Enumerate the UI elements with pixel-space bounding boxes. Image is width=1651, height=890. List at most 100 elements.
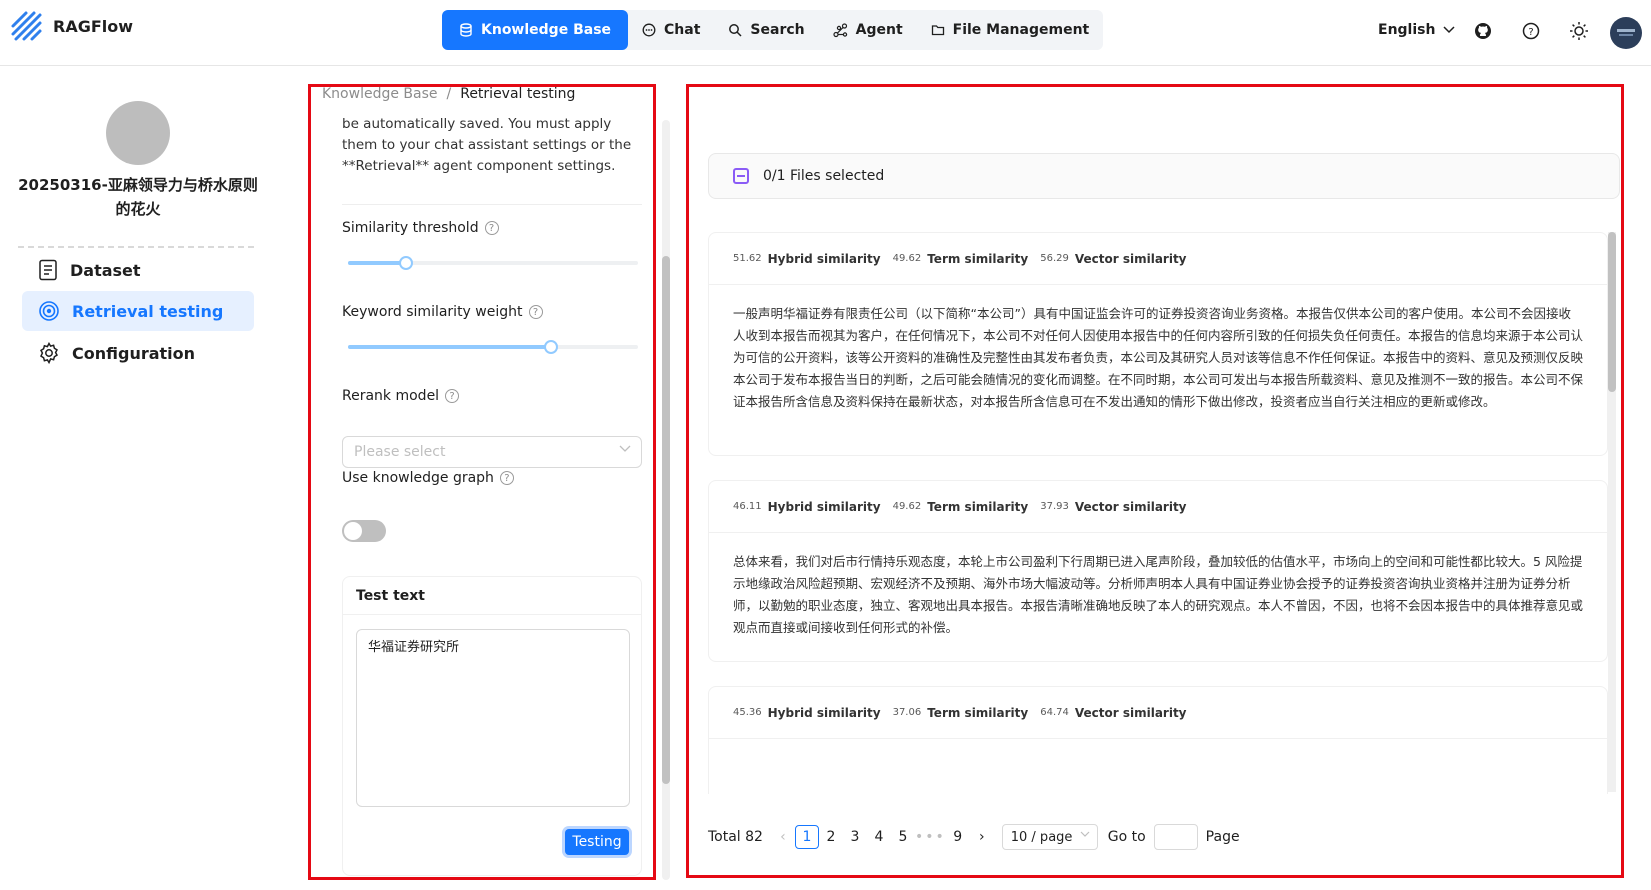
page-ellipsis[interactable]: •••: [915, 825, 946, 849]
result-list: 51.62 Hybrid similarity 49.62 Term simil…: [708, 232, 1608, 794]
breadcrumb-root[interactable]: Knowledge Base: [322, 86, 438, 102]
nav-chat[interactable]: Chat: [628, 10, 714, 50]
vector-score: 64.74: [1040, 707, 1069, 718]
breadcrumb-separator: /: [446, 86, 452, 102]
app-name: RAGFlow: [53, 17, 134, 36]
vector-score: 37.93: [1040, 501, 1069, 512]
top-header: RAGFlow Knowledge Base Chat Search Agent: [0, 0, 1651, 66]
knowledge-graph-toggle[interactable]: [342, 520, 386, 542]
rerank-model-label: Rerank model ?: [342, 388, 460, 404]
kb-sidebar: 20250316-亚麻领导力与桥水原则的花火 Dataset Retrieval…: [0, 67, 280, 890]
sidebar-item-configuration[interactable]: Configuration: [22, 333, 254, 373]
result-scores: 46.11 Hybrid similarity 49.62 Term simil…: [709, 481, 1607, 533]
goto-page-input[interactable]: [1153, 824, 1198, 850]
search-icon: [728, 23, 742, 37]
test-text-input[interactable]: 华福证券研究所: [356, 629, 630, 807]
retrieval-settings-panel: Knowledge Base / Retrieval testing be au…: [310, 86, 654, 878]
settings-description: be automatically saved. You must apply t…: [342, 116, 632, 174]
nav-knowledge-base[interactable]: Knowledge Base: [442, 10, 629, 50]
sidebar-item-label: Configuration: [72, 343, 196, 363]
term-score: 49.62: [892, 501, 922, 512]
hybrid-label: Hybrid similarity: [767, 499, 881, 514]
page-size-value: 10 / page: [1010, 829, 1073, 845]
result-card[interactable]: 51.62 Hybrid similarity 49.62 Term simil…: [708, 232, 1608, 456]
nav-label: Chat: [664, 22, 701, 38]
hybrid-score: 51.62: [733, 253, 762, 264]
next-page-icon[interactable]: ›: [970, 825, 994, 849]
files-selection-bar[interactable]: 0/1 Files selected: [708, 153, 1620, 199]
term-score: 37.06: [892, 707, 922, 718]
settings-scrollbar-thumb[interactable]: [662, 256, 670, 784]
language-selector[interactable]: English: [1378, 22, 1455, 38]
keyword-weight-label: Keyword similarity weight ?: [342, 304, 543, 320]
page-size-select[interactable]: 10 / page: [1001, 824, 1098, 850]
folder-icon: [931, 23, 945, 37]
sidebar-item-label: Dataset: [70, 260, 141, 280]
page-2[interactable]: 2: [819, 825, 843, 849]
document-icon: [38, 259, 58, 281]
pagination: Total 82 ‹ 1 2 3 4 5 ••• 9 › 10 / page G…: [708, 824, 1240, 850]
nav-search[interactable]: Search: [714, 10, 818, 50]
page-5[interactable]: 5: [891, 825, 915, 849]
nav-file-management[interactable]: File Management: [917, 10, 1104, 50]
page-last[interactable]: 9: [946, 825, 970, 849]
breadcrumb: Knowledge Base / Retrieval testing: [322, 86, 575, 102]
kb-avatar: [106, 101, 170, 165]
retrieval-results-panel: 0/1 Files selected 51.62 Hybrid similari…: [690, 86, 1620, 876]
page-4[interactable]: 4: [867, 825, 891, 849]
vector-label: Vector similarity: [1074, 251, 1187, 266]
results-scrollbar-thumb[interactable]: [1608, 232, 1616, 392]
slider-fill: [348, 261, 406, 265]
prev-page-icon[interactable]: ‹: [771, 825, 795, 849]
term-score: 49.62: [892, 253, 922, 264]
sidebar-item-label: Retrieval testing: [72, 301, 224, 321]
nav-agent[interactable]: Agent: [819, 10, 917, 50]
nav-label: Search: [750, 22, 805, 38]
nav-label: Agent: [855, 22, 903, 38]
similarity-threshold-slider[interactable]: [348, 256, 638, 270]
chevron-down-icon: [1443, 26, 1455, 34]
field-label-text: Use knowledge graph: [342, 470, 494, 486]
field-label-text: Similarity threshold: [342, 220, 479, 236]
hybrid-score: 46.11: [733, 501, 762, 512]
keyword-weight-slider[interactable]: [348, 340, 638, 354]
question-icon[interactable]: ?: [445, 389, 460, 403]
result-text: [709, 739, 1607, 757]
nav-label: Knowledge Base: [481, 22, 612, 38]
test-text-card: Test text 华福证券研究所 Testing: [342, 576, 642, 876]
help-icon[interactable]: ?: [1520, 20, 1542, 42]
question-icon[interactable]: ?: [499, 471, 514, 485]
rerank-model-select[interactable]: Please select: [342, 436, 642, 468]
select-placeholder: Please select: [354, 444, 446, 460]
hybrid-label: Hybrid similarity: [767, 251, 881, 266]
page-3[interactable]: 3: [843, 825, 867, 849]
slider-handle[interactable]: [399, 256, 413, 270]
result-text: 总体来看，我们对后市行情持乐观态度，本轮上市公司盈利下行周期已进入尾声阶段，叠加…: [733, 554, 1584, 635]
question-icon[interactable]: ?: [528, 305, 543, 319]
user-avatar[interactable]: [1610, 17, 1642, 49]
pagination-total: Total 82: [708, 829, 763, 845]
github-icon[interactable]: [1472, 20, 1494, 42]
ragflow-logo-icon: [11, 11, 42, 41]
testing-button[interactable]: Testing: [565, 829, 629, 855]
result-card[interactable]: 46.11 Hybrid similarity 49.62 Term simil…: [708, 480, 1608, 662]
page-1[interactable]: 1: [794, 825, 819, 849]
chevron-down-icon: [1080, 831, 1090, 838]
slider-handle[interactable]: [544, 340, 558, 354]
knowledge-graph-label: Use knowledge graph ?: [342, 470, 514, 486]
question-icon[interactable]: ?: [484, 221, 499, 235]
result-card[interactable]: 45.36 Hybrid similarity 37.06 Term simil…: [708, 686, 1608, 794]
slider-fill: [348, 345, 551, 349]
main-nav: Knowledge Base Chat Search Agent File Ma…: [442, 10, 1104, 50]
sidebar-item-retrieval-testing[interactable]: Retrieval testing: [22, 291, 254, 331]
kb-name: 20250316-亚麻领导力与桥水原则的花火: [18, 176, 258, 218]
sidebar-item-dataset[interactable]: Dataset: [22, 250, 254, 290]
select-all-checkbox[interactable]: [733, 168, 749, 184]
goto-label: Go to: [1107, 829, 1146, 845]
svg-text:?: ?: [1528, 27, 1533, 38]
hybrid-score: 45.36: [733, 707, 762, 718]
app-logo[interactable]: RAGFlow: [10, 10, 133, 43]
field-label-text: Keyword similarity weight: [342, 304, 523, 320]
agent-icon: [833, 22, 848, 38]
theme-sun-icon[interactable]: [1568, 20, 1590, 42]
